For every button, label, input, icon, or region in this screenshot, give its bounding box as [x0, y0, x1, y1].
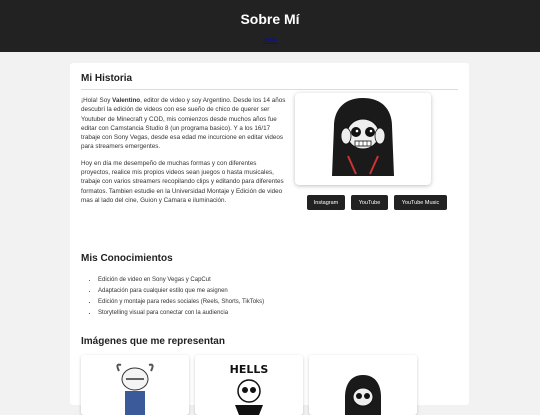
gallery-image-2[interactable]: HELLS — [195, 355, 303, 415]
youtube-button[interactable]: YouTube — [351, 195, 388, 210]
page-title: Sobre Mí — [240, 11, 300, 27]
gallery-image-1[interactable] — [81, 355, 189, 415]
divider — [81, 89, 458, 90]
content-card: Mi Historia ¡Hola! Soy Valentino, editor… — [70, 63, 469, 415]
home-link[interactable]: Inicio — [0, 38, 540, 44]
gallery-image-3[interactable] — [309, 355, 417, 415]
conocimientos-heading: Mis Conocimientos — [81, 253, 173, 264]
author-name: Valentino — [112, 97, 141, 104]
image-gallery: HELLS — [81, 355, 417, 415]
hells-logo-illustration: HELLS — [230, 363, 269, 415]
hooded-skull-illustration — [345, 375, 381, 415]
list-item: Storytelling visual para conectar con la… — [98, 308, 264, 319]
page-header: Sobre Mí Inicio — [0, 0, 540, 52]
list-item: Adaptación para cualquier estilo que me … — [98, 286, 264, 297]
social-links: Instagram YouTube YouTube Music — [307, 195, 447, 210]
bio-paragraph-1: ¡Hola! Soy Valentino, editor de video y … — [81, 97, 286, 151]
list-item: Edición de video en Sony Vegas y CapCut — [98, 275, 264, 286]
profile-image — [295, 93, 431, 185]
youtube-music-button[interactable]: YouTube Music — [394, 195, 447, 210]
instagram-button[interactable]: Instagram — [307, 195, 345, 210]
imagenes-heading: Imágenes que me representan — [81, 336, 225, 347]
svg-text:HELLS: HELLS — [230, 363, 269, 376]
bio-paragraph-2: Hoy en día me desempeño de muchas formas… — [81, 159, 284, 204]
bio-text: ¡Hola! Soy Valentino, editor de video y … — [81, 96, 286, 205]
horned-character-illustration — [116, 363, 154, 415]
list-item: Edición y montaje para redes sociales (R… — [98, 297, 264, 308]
skull-character-illustration — [332, 98, 394, 176]
historia-heading: Mi Historia — [81, 73, 133, 84]
skills-list: Edición de video en Sony Vegas y CapCut … — [98, 275, 264, 319]
